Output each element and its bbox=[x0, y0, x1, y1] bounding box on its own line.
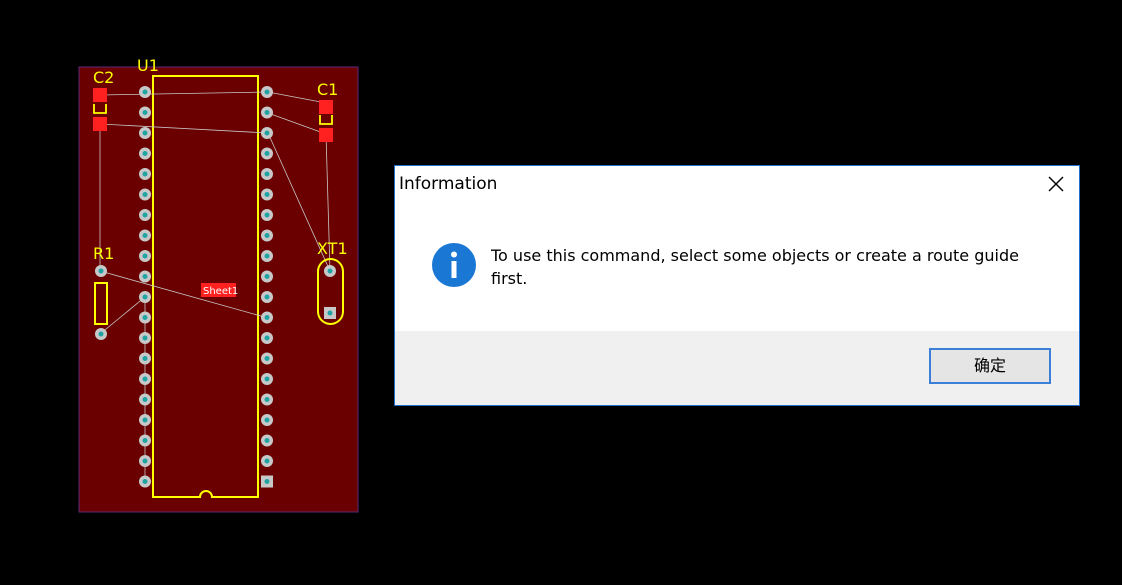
u1-pin-hole bbox=[142, 171, 148, 177]
u1-pin-hole bbox=[264, 192, 270, 197]
u1-pin-hole bbox=[264, 335, 270, 341]
u1-pin-hole bbox=[264, 417, 270, 423]
c2-designator: C2 bbox=[93, 68, 114, 87]
dialog-footer: 确定 bbox=[395, 331, 1079, 405]
u1-pin-hole bbox=[264, 253, 270, 259]
u1-pin-hole bbox=[142, 212, 148, 218]
u1-pin-hole bbox=[264, 315, 270, 320]
u1-pin-hole bbox=[142, 192, 148, 197]
u1-pin-hole bbox=[264, 356, 270, 361]
u1-pin-hole bbox=[142, 274, 148, 279]
u1-pin-hole bbox=[142, 397, 148, 402]
u1-pin-hole bbox=[142, 356, 148, 361]
u1-pin-hole bbox=[264, 151, 270, 156]
u1-pin-hole bbox=[264, 212, 270, 218]
u1-pin-hole bbox=[142, 417, 148, 423]
u1-pin-hole bbox=[264, 397, 270, 402]
u1-designator: U1 bbox=[137, 56, 159, 75]
u1-pin-hole bbox=[142, 376, 148, 382]
dialog-title: Information bbox=[399, 174, 498, 194]
information-dialog: Information To use this command, select … bbox=[394, 165, 1080, 406]
u1-pin-hole bbox=[264, 438, 270, 443]
u1-pin-hole bbox=[142, 438, 148, 443]
u1-pin-hole bbox=[264, 294, 270, 300]
u1-pin-hole bbox=[264, 110, 270, 115]
u1-pin-hole bbox=[142, 253, 148, 259]
u1-pin-hole bbox=[264, 89, 270, 95]
u1-pin-hole bbox=[264, 376, 270, 382]
u1-pin-hole bbox=[264, 458, 270, 464]
sheet-label: Sheet1 bbox=[203, 286, 238, 297]
u1-pin-hole bbox=[264, 233, 270, 238]
u1-pin-hole bbox=[264, 171, 270, 177]
dialog-message: To use this command, select some objects… bbox=[491, 246, 1019, 288]
xt1-designator: XT1 bbox=[317, 239, 348, 258]
u1-pin-hole bbox=[142, 335, 148, 341]
u1-pin-hole bbox=[142, 110, 148, 115]
u1-pin-hole bbox=[142, 89, 148, 95]
u1-pin-hole bbox=[142, 151, 148, 156]
ok-button[interactable]: 确定 bbox=[929, 348, 1051, 384]
u1-pin-hole bbox=[142, 130, 148, 136]
u1-pin-hole bbox=[264, 274, 270, 279]
u1-pin-hole bbox=[142, 458, 148, 464]
close-icon bbox=[1048, 176, 1064, 192]
close-button[interactable] bbox=[1041, 172, 1069, 196]
info-icon bbox=[432, 243, 476, 287]
c1-designator: C1 bbox=[317, 80, 338, 99]
u1-pin-hole bbox=[142, 315, 148, 320]
u1-pin-hole bbox=[264, 479, 270, 484]
r1-designator: R1 bbox=[93, 244, 114, 263]
u1-pin-hole bbox=[142, 479, 148, 484]
u1-pin-hole bbox=[142, 233, 148, 238]
u1-pin-hole bbox=[142, 294, 148, 300]
u1-pin-hole bbox=[264, 130, 270, 136]
